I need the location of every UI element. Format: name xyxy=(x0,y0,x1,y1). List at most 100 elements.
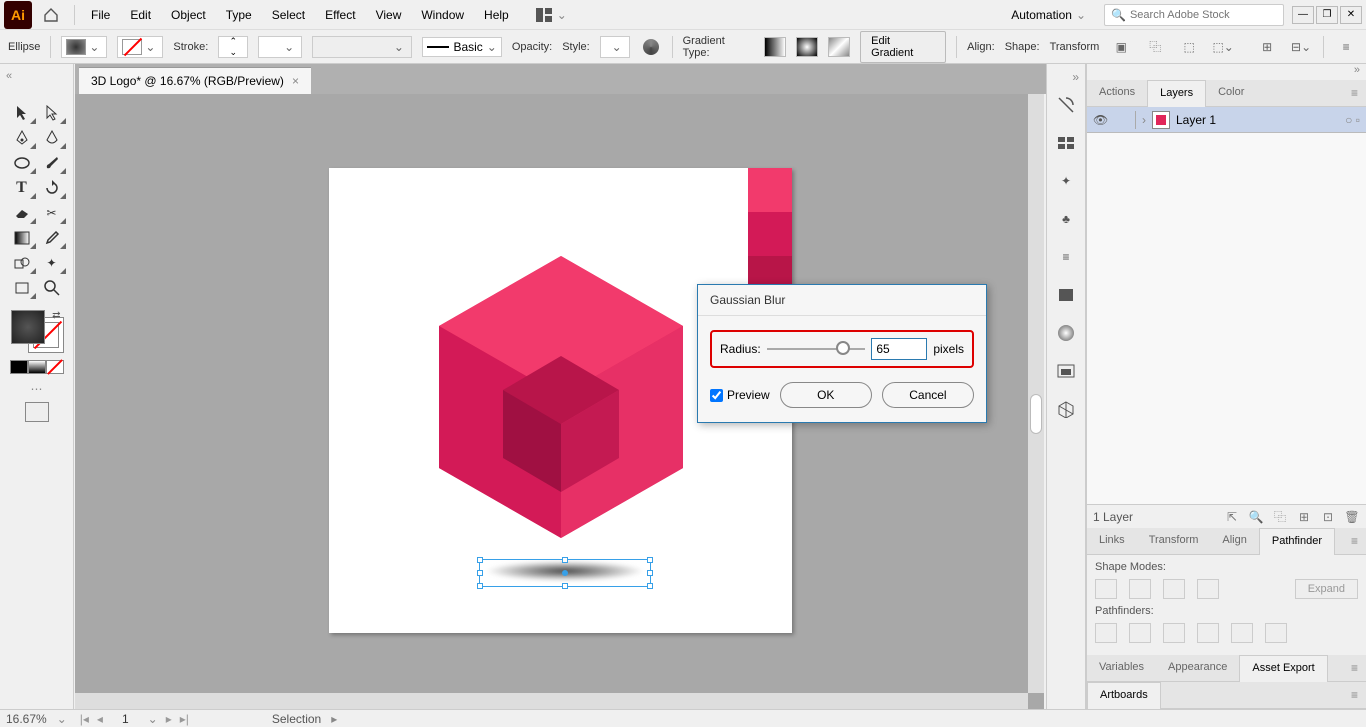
zoom-tool[interactable] xyxy=(37,275,67,300)
arrange-icon[interactable]: ⬚ xyxy=(1180,38,1198,56)
pen-tool[interactable] xyxy=(7,125,37,150)
horizontal-scrollbar[interactable] xyxy=(75,693,1028,709)
tab-layers[interactable]: Layers xyxy=(1147,80,1206,107)
minus-front-icon[interactable] xyxy=(1129,579,1151,599)
menu-type[interactable]: Type xyxy=(216,4,262,26)
trim-icon[interactable] xyxy=(1129,623,1151,643)
panel-menu-icon[interactable]: ≡ xyxy=(1337,38,1355,56)
stroke-panel-icon[interactable]: ≡ xyxy=(1053,246,1079,268)
menu-file[interactable]: File xyxy=(81,4,120,26)
gradient-linear[interactable] xyxy=(764,37,786,57)
brush-definition[interactable]: Basic⌄ xyxy=(422,37,502,57)
fill-color[interactable] xyxy=(11,310,45,344)
stroke-swatch[interactable]: ⌄ xyxy=(117,36,163,58)
3d-icon[interactable] xyxy=(1053,398,1079,420)
eyedropper-tool[interactable] xyxy=(37,225,67,250)
variable-width-profile[interactable]: ⌄ xyxy=(312,36,412,58)
screen-mode[interactable] xyxy=(25,402,49,422)
status-menu-icon[interactable]: ▸ xyxy=(331,712,337,726)
blend-tool[interactable] xyxy=(7,250,37,275)
crop-icon[interactable] xyxy=(1197,623,1219,643)
intersect-icon[interactable] xyxy=(1163,579,1185,599)
menu-help[interactable]: Help xyxy=(474,4,519,26)
minimize-button[interactable]: — xyxy=(1292,6,1314,24)
close-button[interactable]: ✕ xyxy=(1340,6,1362,24)
panel-menu-icon[interactable]: ≡ xyxy=(1343,528,1366,554)
menu-view[interactable]: View xyxy=(366,4,412,26)
select-similar-icon[interactable]: ⬚⌄ xyxy=(1214,38,1232,56)
ellipse-tool[interactable] xyxy=(7,150,37,175)
slider-thumb[interactable] xyxy=(836,341,850,355)
swatches-icon[interactable] xyxy=(1053,284,1079,306)
stroke-weight[interactable]: ⌃⌄ xyxy=(218,36,248,58)
gradient-tool[interactable] xyxy=(7,225,37,250)
transparency-icon[interactable] xyxy=(1053,360,1079,382)
cancel-button[interactable]: Cancel xyxy=(882,382,974,408)
gradient-panel-icon[interactable] xyxy=(1053,322,1079,344)
new-layer-icon[interactable]: ⊡ xyxy=(1320,510,1336,524)
color-mode-gradient[interactable] xyxy=(28,360,46,374)
rotate-tool[interactable] xyxy=(37,175,67,200)
recolor-icon[interactable] xyxy=(640,36,662,58)
search-input[interactable] xyxy=(1130,9,1277,21)
symbols-icon[interactable]: ♣ xyxy=(1053,208,1079,230)
radius-input[interactable] xyxy=(871,338,927,360)
paintbrush-tool[interactable] xyxy=(37,150,67,175)
graphic-style-dd[interactable]: ⌄ xyxy=(600,36,630,58)
outline-icon[interactable] xyxy=(1231,623,1253,643)
tab-variables[interactable]: Variables xyxy=(1087,655,1156,681)
stroke-width-dd[interactable]: ⌄ xyxy=(258,36,302,58)
tab-artboards[interactable]: Artboards xyxy=(1087,682,1161,709)
align-pixel-icon[interactable]: ⊟⌄ xyxy=(1292,38,1310,56)
merge-icon[interactable] xyxy=(1163,623,1185,643)
gradient-freeform[interactable] xyxy=(828,37,850,57)
type-tool[interactable]: T xyxy=(7,175,37,200)
swap-fill-stroke-icon[interactable]: ⇄ xyxy=(52,310,60,321)
tab-pathfinder[interactable]: Pathfinder xyxy=(1259,528,1335,555)
fill-swatch[interactable]: ⌄ xyxy=(61,36,107,58)
edit-toolbar-icon[interactable]: ⋯ xyxy=(31,382,43,396)
arrange-documents-icon[interactable] xyxy=(533,4,555,26)
tab-transform[interactable]: Transform xyxy=(1137,528,1211,554)
brushes-icon[interactable]: ✦ xyxy=(1053,170,1079,192)
menu-window[interactable]: Window xyxy=(411,4,474,26)
close-tab-icon[interactable]: × xyxy=(292,74,299,88)
expand-dock-icon[interactable]: » xyxy=(1087,64,1366,80)
ok-button[interactable]: OK xyxy=(780,382,872,408)
zoom-level[interactable]: 16.67% xyxy=(6,712,47,726)
menu-object[interactable]: Object xyxy=(161,4,216,26)
tab-appearance[interactable]: Appearance xyxy=(1156,655,1239,681)
panel-menu-icon[interactable]: ≡ xyxy=(1343,655,1366,681)
layer-row[interactable]: 👁 › Layer 1 ○ ▫ xyxy=(1087,107,1366,133)
find-icon[interactable]: 🔍 xyxy=(1248,510,1264,524)
symbol-sprayer-tool[interactable]: ✦ xyxy=(37,250,67,275)
new-sublayer-icon[interactable]: ⊞ xyxy=(1296,510,1312,524)
document-tab[interactable]: 3D Logo* @ 16.67% (RGB/Preview) × xyxy=(79,67,311,94)
tab-color[interactable]: Color xyxy=(1206,80,1256,106)
edit-gradient-button[interactable]: Edit Gradient xyxy=(860,31,946,63)
fill-stroke-control[interactable]: ⇄ xyxy=(9,308,65,354)
selection-bounds[interactable] xyxy=(479,559,651,587)
divide-icon[interactable] xyxy=(1095,623,1117,643)
properties-icon[interactable] xyxy=(1053,94,1079,116)
unite-icon[interactable] xyxy=(1095,579,1117,599)
curvature-tool[interactable] xyxy=(37,125,67,150)
vertical-scrollbar[interactable] xyxy=(1028,94,1044,693)
libraries-icon[interactable] xyxy=(1053,132,1079,154)
artboard-number[interactable]: 1 xyxy=(108,712,143,726)
home-icon[interactable] xyxy=(40,4,62,26)
scissors-tool[interactable]: ✂ xyxy=(37,200,67,225)
isolate-icon[interactable]: ▣ xyxy=(1112,38,1130,56)
collapse-tools-icon[interactable]: « xyxy=(6,70,12,82)
last-artboard-icon[interactable]: ▸| xyxy=(177,712,192,726)
radius-slider[interactable] xyxy=(767,348,866,350)
eraser-tool[interactable] xyxy=(7,200,37,225)
exclude-icon[interactable] xyxy=(1197,579,1219,599)
first-artboard-icon[interactable]: |◂ xyxy=(77,712,92,726)
menu-edit[interactable]: Edit xyxy=(120,4,161,26)
panel-menu-icon[interactable]: ≡ xyxy=(1343,80,1366,106)
visibility-icon[interactable]: 👁 xyxy=(1093,113,1109,127)
tab-actions[interactable]: Actions xyxy=(1087,80,1147,106)
gradient-radial[interactable] xyxy=(796,37,818,57)
tab-align[interactable]: Align xyxy=(1210,528,1258,554)
